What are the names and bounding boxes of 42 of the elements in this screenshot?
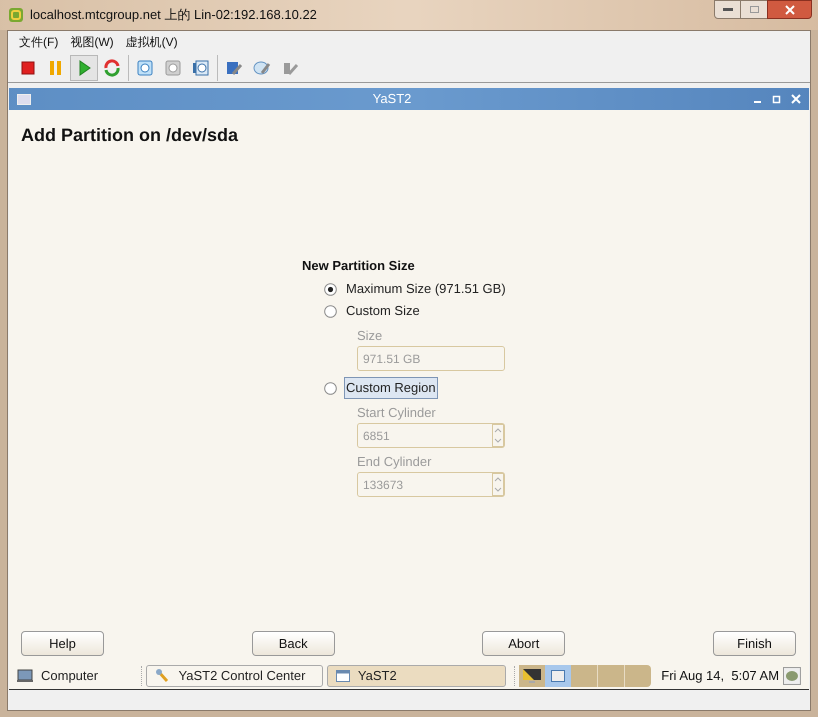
desktop-icon (522, 668, 542, 684)
window-menu-icon[interactable] (17, 94, 31, 104)
stop-icon (19, 58, 37, 76)
computer-icon (17, 669, 33, 683)
field-label: End Cylinder (357, 453, 432, 471)
minimize-button[interactable] (714, 0, 741, 19)
radio-label: Maximum Size (971.51 GB) (345, 280, 507, 298)
field-label: Size (357, 327, 384, 345)
toolbar-button[interactable] (70, 54, 98, 80)
close-icon[interactable] (791, 94, 801, 104)
window-icon (336, 670, 350, 682)
close-icon (784, 4, 794, 14)
radio-label: Custom Size (345, 302, 421, 320)
dialog-button[interactable]: Back (252, 631, 335, 656)
maximize-icon[interactable] (772, 94, 781, 104)
radio-button[interactable] (324, 304, 337, 318)
maximize-button[interactable] (741, 0, 767, 19)
dialog-button[interactable]: Abort (482, 631, 566, 656)
clock: Fri Aug 14, 5:07 AM (661, 667, 780, 686)
wrench-icon (154, 668, 171, 684)
screen-icon[interactable] (783, 667, 801, 685)
dialog-button[interactable]: Finish (712, 631, 796, 656)
launcher-button[interactable]: Computer (17, 666, 137, 686)
menu-item[interactable]: 文件(F) (19, 33, 58, 51)
menu-item[interactable]: 虚拟机(V) (126, 33, 178, 51)
field-label: Start Cylinder (357, 404, 437, 422)
refresh-icon (103, 58, 121, 76)
taskbar-button[interactable]: YaST2 Control Center (146, 665, 323, 687)
taskbar-button[interactable]: YaST2 (326, 665, 506, 687)
dialog-title: YaST2 (372, 90, 412, 108)
window-icon (551, 670, 566, 682)
window-title: localhost.mtcgroup.net 上的 Lin-02:192.168.10.22 (30, 6, 317, 24)
dialog-heading: Add Partition on /dev/sda (21, 124, 240, 147)
workspace-switcher[interactable] (519, 665, 652, 687)
app-logo-icon (8, 7, 24, 23)
radio-button[interactable] (324, 282, 337, 296)
radio-button[interactable] (324, 382, 337, 394)
menu-item[interactable]: 视图(W) (70, 33, 114, 51)
radio-label: Custom Region (344, 377, 438, 399)
dialog-button[interactable]: Help (21, 631, 104, 656)
close-button[interactable] (767, 0, 812, 19)
group-label: New Partition Size (302, 257, 416, 275)
